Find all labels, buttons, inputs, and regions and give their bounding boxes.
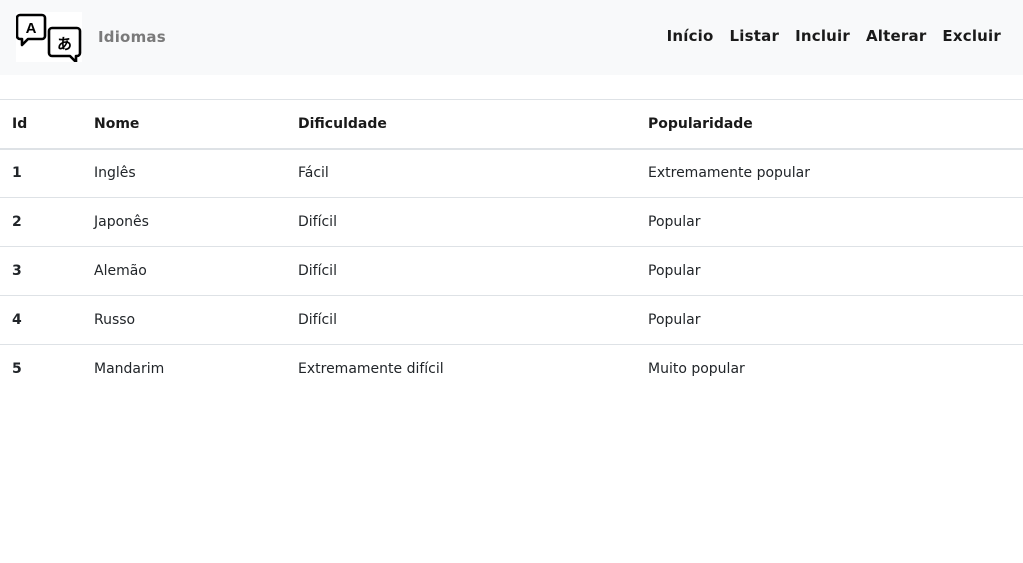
cell-nome: Mandarim	[94, 361, 165, 378]
cell-id: 5	[12, 361, 22, 378]
cell-dificuldade: Fácil	[298, 165, 329, 182]
nav-menu: Início Listar Incluir Alterar Excluir	[667, 26, 1001, 45]
cell-popularidade: Extremamente popular	[648, 165, 811, 182]
nav-link-alterar[interactable]: Alterar	[866, 27, 926, 45]
nav-link-excluir[interactable]: Excluir	[942, 27, 1001, 45]
cell-id: 3	[12, 263, 22, 279]
column-header-id: Id	[12, 115, 28, 132]
cell-id: 4	[12, 312, 22, 328]
cell-popularidade: Popular	[648, 312, 701, 328]
table-row: 1 Inglês Fácil Extremamente popular	[0, 149, 1023, 198]
cell-dificuldade: Difícil	[298, 263, 337, 279]
navbar: A あ Idiomas Início Listar Incluir Altera…	[0, 0, 1023, 75]
cell-dificuldade: Difícil	[298, 312, 337, 328]
table-row: 3 Alemão Difícil Popular	[0, 247, 1023, 296]
cell-popularidade: Popular	[648, 214, 701, 230]
column-header-dificuldade: Dificuldade	[298, 115, 387, 132]
column-header-nome: Nome	[94, 115, 140, 132]
brand-link[interactable]: A あ Idiomas	[16, 12, 166, 62]
nav-link-listar[interactable]: Listar	[730, 27, 780, 45]
languages-table: Id Nome Dificuldade Popularidade 1 Inglê…	[0, 99, 1023, 394]
cell-id: 1	[12, 165, 22, 182]
svg-text:A: A	[26, 20, 37, 37]
cell-id: 2	[12, 214, 22, 230]
cell-nome: Inglês	[94, 165, 136, 182]
cell-dificuldade: Difícil	[298, 214, 337, 230]
header-row: Id Nome Dificuldade Popularidade	[0, 99, 1023, 149]
cell-popularidade: Popular	[648, 263, 701, 279]
cell-dificuldade: Extremamente difícil	[298, 361, 444, 378]
column-header-popularidade: Popularidade	[648, 115, 753, 132]
table-row: 5 Mandarim Extremamente difícil Muito po…	[0, 345, 1023, 394]
table-row: 2 Japonês Difícil Popular	[0, 198, 1023, 247]
table-body: 1 Inglês Fácil Extremamente popular 2 Ja…	[0, 149, 1023, 394]
nav-link-inicio[interactable]: Início	[667, 27, 714, 45]
nav-link-incluir[interactable]: Incluir	[795, 27, 850, 45]
svg-text:あ: あ	[57, 35, 72, 53]
table-row: 4 Russo Difícil Popular	[0, 296, 1023, 345]
cell-popularidade: Muito popular	[648, 361, 745, 378]
table-header: Id Nome Dificuldade Popularidade	[0, 99, 1023, 149]
translate-icon: A あ	[16, 12, 82, 62]
cell-nome: Russo	[94, 312, 136, 328]
cell-nome: Japonês	[94, 214, 149, 230]
brand-title: Idiomas	[98, 28, 166, 46]
cell-nome: Alemão	[94, 263, 147, 279]
